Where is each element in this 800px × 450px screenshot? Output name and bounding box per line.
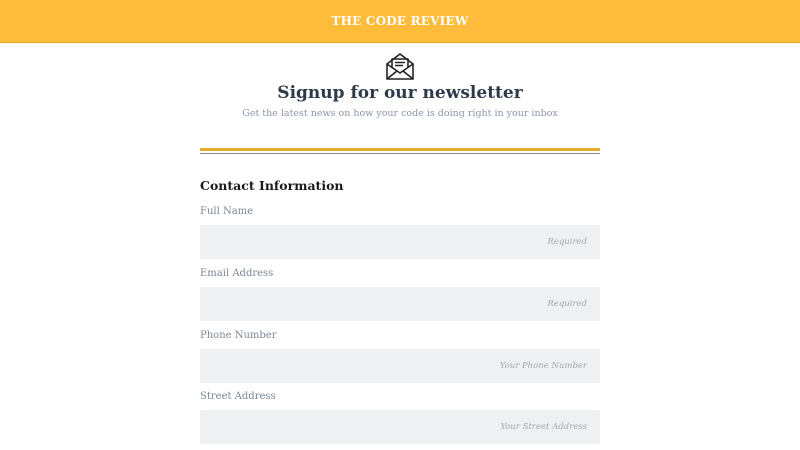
- email-address-field[interactable]: [200, 287, 600, 321]
- section-title: Contact Information: [200, 178, 344, 193]
- full-name-label: Full Name: [200, 206, 254, 217]
- top-bar: THE CODE REVIEW: [0, 0, 800, 43]
- divider-line: [200, 153, 600, 154]
- page-subtitle: Get the latest news on how your code is …: [242, 108, 558, 119]
- email-address-label: Email Address: [200, 268, 274, 279]
- street-address-field[interactable]: [200, 410, 600, 444]
- divider-accent: [200, 148, 600, 151]
- brand-title: THE CODE REVIEW: [331, 14, 469, 28]
- street-address-label: Street Address: [200, 391, 276, 402]
- page-title: Signup for our newsletter: [277, 83, 523, 103]
- full-name-field[interactable]: [200, 225, 600, 259]
- open-envelope-icon: [386, 53, 414, 80]
- phone-number-label: Phone Number: [200, 330, 277, 341]
- phone-number-field[interactable]: [200, 349, 600, 383]
